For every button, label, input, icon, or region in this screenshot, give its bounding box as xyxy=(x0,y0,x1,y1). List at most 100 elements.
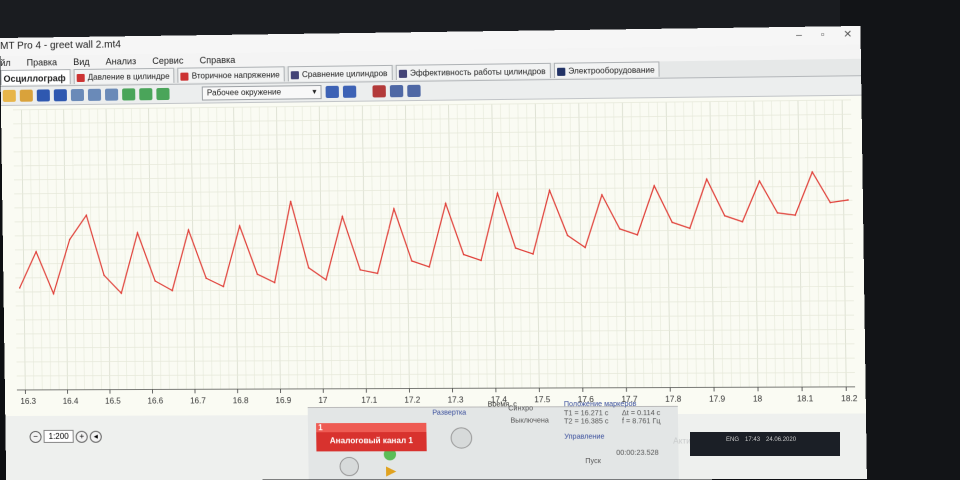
data-point xyxy=(777,212,779,214)
workspace-select[interactable]: Рабочее окружение ▾ xyxy=(202,85,322,101)
grid-line xyxy=(16,344,854,348)
channels6-icon[interactable] xyxy=(156,88,169,100)
channel-card[interactable]: 1 Аналоговый канал 1 xyxy=(316,423,427,452)
tab-cylinder-efficiency[interactable]: Эффективность работы цилиндров xyxy=(395,63,550,80)
data-point xyxy=(724,215,726,217)
x-tick-label: 16.8 xyxy=(233,396,249,405)
channels5-icon[interactable] xyxy=(139,88,152,100)
menu-file[interactable]: йл xyxy=(0,56,10,70)
data-point xyxy=(359,269,361,271)
tray-time[interactable]: 17:43 xyxy=(745,437,760,443)
grid-line xyxy=(15,272,853,278)
x-tick-label: 17.9 xyxy=(709,394,726,403)
channels2-icon[interactable] xyxy=(88,89,101,101)
maximize-icon[interactable]: ▫ xyxy=(821,26,825,44)
channel-number: 1 xyxy=(318,423,323,432)
save-icon[interactable] xyxy=(37,89,50,101)
x-tick-label: 16.7 xyxy=(190,396,206,405)
print-icon[interactable] xyxy=(390,85,403,97)
grid-icon[interactable] xyxy=(407,85,420,97)
taskbar xyxy=(690,432,840,456)
app-window: MT Pro 4 - greet wall 2.mt4 – ▫ ✕ йл Пра… xyxy=(0,26,867,480)
data-point xyxy=(567,235,569,237)
tab-label: Эффективность работы цилиндров xyxy=(410,67,546,78)
channel-card-header: 1 xyxy=(316,423,426,432)
undo-icon[interactable] xyxy=(326,86,339,98)
menu-view[interactable]: Вид xyxy=(73,55,90,69)
data-point xyxy=(205,277,207,279)
compare-icon xyxy=(291,71,299,79)
zoom-in-icon[interactable]: + xyxy=(76,430,88,442)
tab-label: Вторичное напряжение xyxy=(192,70,280,80)
window-title: MT Pro 4 - greet wall 2.mt4 xyxy=(0,36,121,56)
tab-cylinder-compare[interactable]: Сравнение цилиндров xyxy=(288,65,393,81)
channels-icon[interactable] xyxy=(71,89,84,101)
x-tick-label: 17.1 xyxy=(361,396,378,405)
plot-svg[interactable]: 16.3 16.4 16.5 16.6 16.7 16.8 16.9 17 17.1 17.2 17… xyxy=(1,96,866,428)
data-point xyxy=(463,254,465,256)
grid-line xyxy=(15,258,853,264)
x-tick-label: 17 xyxy=(318,396,328,405)
tray-date[interactable]: 24.06.2020 xyxy=(766,437,796,443)
menu-edit[interactable]: Правка xyxy=(27,55,58,69)
data-point xyxy=(515,247,517,249)
window-controls: – ▫ ✕ xyxy=(796,26,852,45)
channel-name: Аналоговый канал 1 xyxy=(316,436,426,445)
tab-oscilloscope[interactable]: Осциллограф xyxy=(0,69,70,85)
x-tick-label: 18.2 xyxy=(841,394,858,403)
x-tick-label: 18.1 xyxy=(797,394,814,403)
zoom-level[interactable]: 1:200 xyxy=(43,430,73,443)
export-icon[interactable] xyxy=(343,86,356,98)
grid-line xyxy=(16,315,854,320)
zoom-out-icon[interactable]: − xyxy=(29,430,41,442)
x-tick-label: 17.8 xyxy=(665,395,682,404)
x-tick-label: 16.9 xyxy=(275,396,291,405)
minimize-icon[interactable]: – xyxy=(796,27,802,45)
menu-help[interactable]: Справка xyxy=(199,53,235,68)
open-icon[interactable] xyxy=(20,90,33,102)
chevron-down-icon: ▾ xyxy=(312,86,316,98)
data-point xyxy=(257,273,259,275)
workspace-value: Рабочее окружение xyxy=(207,87,281,100)
save-as-icon[interactable] xyxy=(54,89,67,101)
data-point xyxy=(308,267,310,269)
system-tray: ENG 17:43 24.06.2020 xyxy=(726,437,796,443)
tray-lang[interactable]: ENG xyxy=(726,437,739,443)
x-tick-label: 16.6 xyxy=(147,396,163,405)
tab-electrical[interactable]: Электрооборудование xyxy=(554,61,660,78)
data-point xyxy=(103,274,105,276)
grid-line xyxy=(15,215,853,222)
data-point xyxy=(619,228,621,230)
zoom-control: − 1:200 + ◂ xyxy=(29,430,101,443)
x-tick-label: 16.4 xyxy=(63,397,79,406)
tab-label: Электрооборудование xyxy=(568,66,654,76)
scroll-left-icon[interactable]: ◂ xyxy=(90,430,102,442)
tab-cylinder-pressure[interactable]: Давление в цилиндре xyxy=(74,68,175,84)
play-icon[interactable] xyxy=(386,466,396,476)
menu-analysis[interactable]: Анализ xyxy=(105,54,136,68)
grid-line xyxy=(14,172,852,180)
pressure-icon xyxy=(77,73,85,81)
efficiency-icon xyxy=(399,69,407,77)
grid-line xyxy=(14,186,852,194)
plot-grid xyxy=(13,100,855,390)
x-tick-label: 16.3 xyxy=(20,397,36,406)
data-point xyxy=(154,280,156,282)
close-icon[interactable]: ✕ xyxy=(843,26,852,45)
data-point xyxy=(671,222,673,224)
x-tick-label: 17.2 xyxy=(404,396,421,405)
channels4-icon[interactable] xyxy=(122,88,135,100)
x-axis-line xyxy=(17,387,855,390)
sweep-knob[interactable] xyxy=(451,428,472,448)
tab-secondary-voltage[interactable]: Вторичное напряжение xyxy=(178,66,285,82)
grid-line xyxy=(17,358,855,362)
oscillogram-plot[interactable]: 16.3 16.4 16.5 16.6 16.7 16.8 16.9 17 17.1 17.2 17… xyxy=(1,96,866,416)
channels3-icon[interactable] xyxy=(105,89,118,101)
gain-knob[interactable] xyxy=(340,457,359,475)
voltage-icon xyxy=(181,72,189,80)
x-tick-label: 18 xyxy=(753,394,763,403)
eraser-icon[interactable] xyxy=(372,85,385,97)
menu-service[interactable]: Сервис xyxy=(152,54,183,68)
new-icon[interactable] xyxy=(3,90,16,102)
x-tick-label: 16.5 xyxy=(105,397,121,406)
